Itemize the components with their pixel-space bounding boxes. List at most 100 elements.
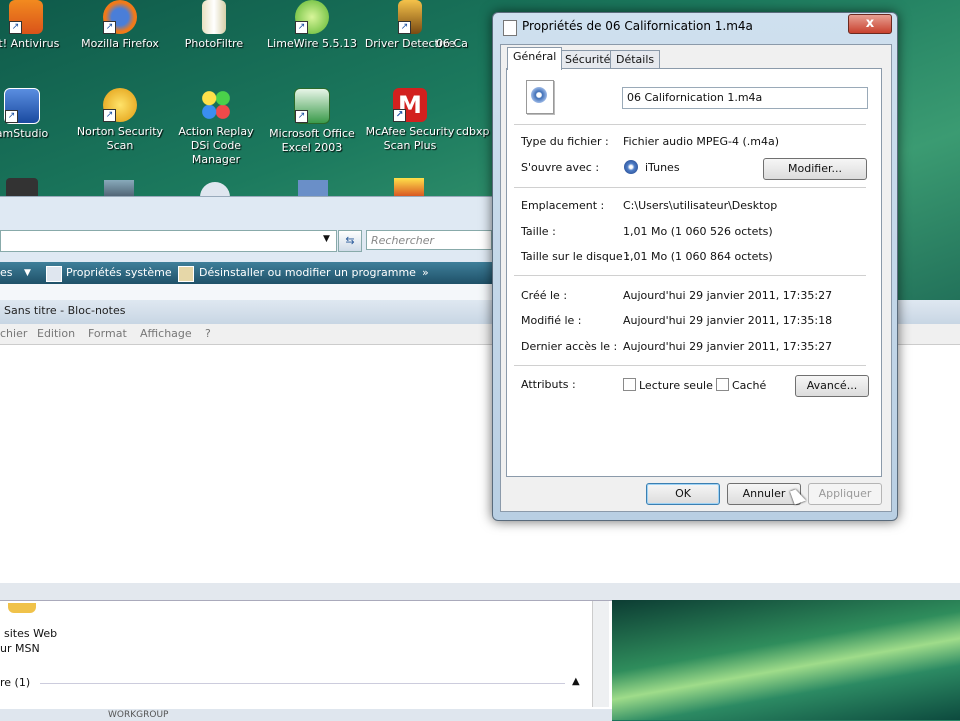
modify-button[interactable]: Modifier... [763, 158, 867, 180]
desktop-icon-06-ca[interactable]: 06 Ca [436, 0, 496, 51]
separator [514, 187, 866, 188]
hidden-label: Caché [732, 379, 767, 392]
file-type-icon [526, 80, 554, 114]
tab-security[interactable]: Sécurité [559, 50, 617, 69]
cmd-uninstall-program[interactable]: Désinstaller ou modifier un programme [199, 262, 416, 284]
location-value: C:\Users\utilisateur\Desktop [623, 199, 778, 212]
created-value: Aujourd'hui 29 janvier 2011, 17:35:27 [623, 289, 833, 302]
last-accessed-label: Dernier accès le : [521, 340, 618, 353]
excel-icon: ↗ [294, 88, 330, 124]
explorer-content-pane: sites Web ur MSN re (1) ▲ WORKGROUP [0, 600, 612, 721]
photofiltre-icon [202, 0, 226, 34]
desktop-icon-label: amStudio [0, 127, 49, 140]
search-input[interactable]: Rechercher [366, 230, 492, 250]
desktop-icon-action-replay[interactable]: Action Replay DSi Code Manager [168, 88, 264, 167]
file-type-label: Type du fichier : [521, 135, 609, 148]
notepad-title: Sans titre - Bloc-notes [4, 304, 126, 317]
apply-button: Appliquer [808, 483, 882, 505]
last-accessed-value: Aujourd'hui 29 janvier 2011, 17:35:27 [623, 340, 833, 353]
desktop-icon-antivirus[interactable]: ↗ st! Antivirus [0, 0, 74, 51]
group-divider [40, 683, 565, 684]
desktop-icon-label: PhotoFiltre [184, 37, 244, 50]
desktop-icon-label: 06 Ca [436, 37, 468, 50]
collapse-icon[interactable]: ▲ [572, 676, 580, 687]
notepad-bottom-border [0, 583, 960, 600]
mcafee-icon: M ↗ [393, 88, 427, 122]
antivirus-icon: ↗ [9, 0, 43, 34]
desktop-icon-mcafee[interactable]: M ↗ McAfee Security Scan Plus [362, 88, 458, 153]
close-icon: x [865, 16, 875, 31]
tab-details[interactable]: Détails [610, 50, 661, 69]
action-replay-icon [199, 88, 233, 122]
address-bar[interactable]: ▼ [0, 230, 337, 252]
desktop-icon-label: LimeWire 5.5.13 [267, 37, 357, 50]
created-label: Créé le : [521, 289, 568, 302]
separator [514, 365, 866, 366]
desktop-icon-label: Microsoft Office Excel 2003 [269, 127, 355, 154]
cdbxp-icon-spacer [456, 88, 496, 125]
desktop-icon-label: McAfee Security Scan Plus [365, 125, 455, 152]
close-button[interactable]: x [848, 14, 892, 34]
separator [514, 124, 866, 125]
list-item[interactable]: ur MSN [0, 642, 40, 655]
desktop-icon-label: Mozilla Firefox [81, 37, 159, 50]
menu-format[interactable]: Format [88, 324, 127, 344]
list-item[interactable]: sites Web [4, 627, 57, 640]
desktop-icon-cdbxp[interactable]: cdbxp [456, 88, 496, 139]
chevron-down-icon[interactable]: ▼ [323, 234, 330, 244]
cmd-item-partial[interactable]: es [0, 262, 13, 284]
filename-field[interactable]: 06 Californication 1.m4a [622, 87, 868, 109]
status-bar: WORKGROUP [0, 709, 612, 721]
desktop-icon-label: Action Replay DSi Code Manager [178, 125, 254, 166]
cmd-more[interactable]: » [422, 262, 429, 284]
desktop-icon-label: st! Antivirus [0, 37, 60, 50]
camstudio-icon: ↗ [4, 88, 40, 124]
attributes-label: Attributs : [521, 378, 576, 391]
tab-general[interactable]: Général [507, 47, 563, 70]
menu-help[interactable]: ? [205, 324, 211, 344]
file-type-value: Fichier audio MPEG-4 (.m4a) [623, 135, 780, 148]
chevron-down-icon[interactable]: ▼ [24, 262, 31, 284]
file-icon-spacer [436, 0, 496, 37]
readonly-checkbox[interactable] [623, 378, 636, 391]
workgroup-label: WORKGROUP [108, 710, 169, 720]
driver-detective-icon: ↗ [398, 0, 422, 34]
dialog-file-icon [503, 20, 517, 36]
desktop-icon-label: cdbxp [456, 125, 490, 138]
desktop-icon-label: Norton Security Scan [76, 125, 164, 152]
size-on-disk-label: Taille sur le disque : [521, 250, 630, 263]
desktop-icon-firefox[interactable]: ↗ Mozilla Firefox [72, 0, 168, 51]
desktop-icon-norton[interactable]: ↗ Norton Security Scan [72, 88, 168, 153]
size-on-disk-value: 1,01 Mo (1 060 864 octets) [623, 250, 773, 263]
separator [514, 275, 866, 276]
norton-icon: ↗ [103, 88, 137, 122]
uninstall-icon [178, 266, 194, 282]
refresh-button[interactable]: ⇆ [338, 230, 362, 252]
scrollbar[interactable] [592, 601, 609, 707]
general-tab-page [506, 68, 882, 477]
ok-button[interactable]: OK [646, 483, 720, 505]
advanced-button[interactable]: Avancé... [795, 375, 869, 397]
opens-with-value: iTunes [645, 161, 680, 174]
desktop-icon-photofiltre[interactable]: PhotoFiltre [166, 0, 262, 51]
limewire-icon: ↗ [295, 0, 329, 34]
menu-edit[interactable]: Edition [37, 324, 75, 344]
desktop-icon-limewire[interactable]: ↗ LimeWire 5.5.13 [264, 0, 360, 51]
desktop-icon-excel[interactable]: ↗ Microsoft Office Excel 2003 [264, 88, 360, 155]
opens-with-label: S'ouvre avec : [521, 161, 600, 174]
desktop-wallpaper [612, 600, 960, 720]
group-header[interactable]: re (1) [0, 676, 30, 689]
hidden-checkbox[interactable] [716, 378, 729, 391]
menu-view[interactable]: Affichage [140, 324, 192, 344]
size-value: 1,01 Mo (1 060 526 octets) [623, 225, 773, 238]
cmd-system-properties[interactable]: Propriétés système [66, 262, 172, 284]
menu-file[interactable]: chier [0, 324, 27, 344]
desktop-icon-camstudio[interactable]: ↗ amStudio [0, 88, 70, 141]
dialog-title: Propriétés de 06 Californication 1.m4a [522, 19, 753, 33]
size-label: Taille : [521, 225, 556, 238]
itunes-icon [624, 160, 638, 174]
firefox-icon: ↗ [103, 0, 137, 34]
modified-label: Modifié le : [521, 314, 582, 327]
readonly-label: Lecture seule [639, 379, 713, 392]
folder-icon [8, 603, 36, 613]
